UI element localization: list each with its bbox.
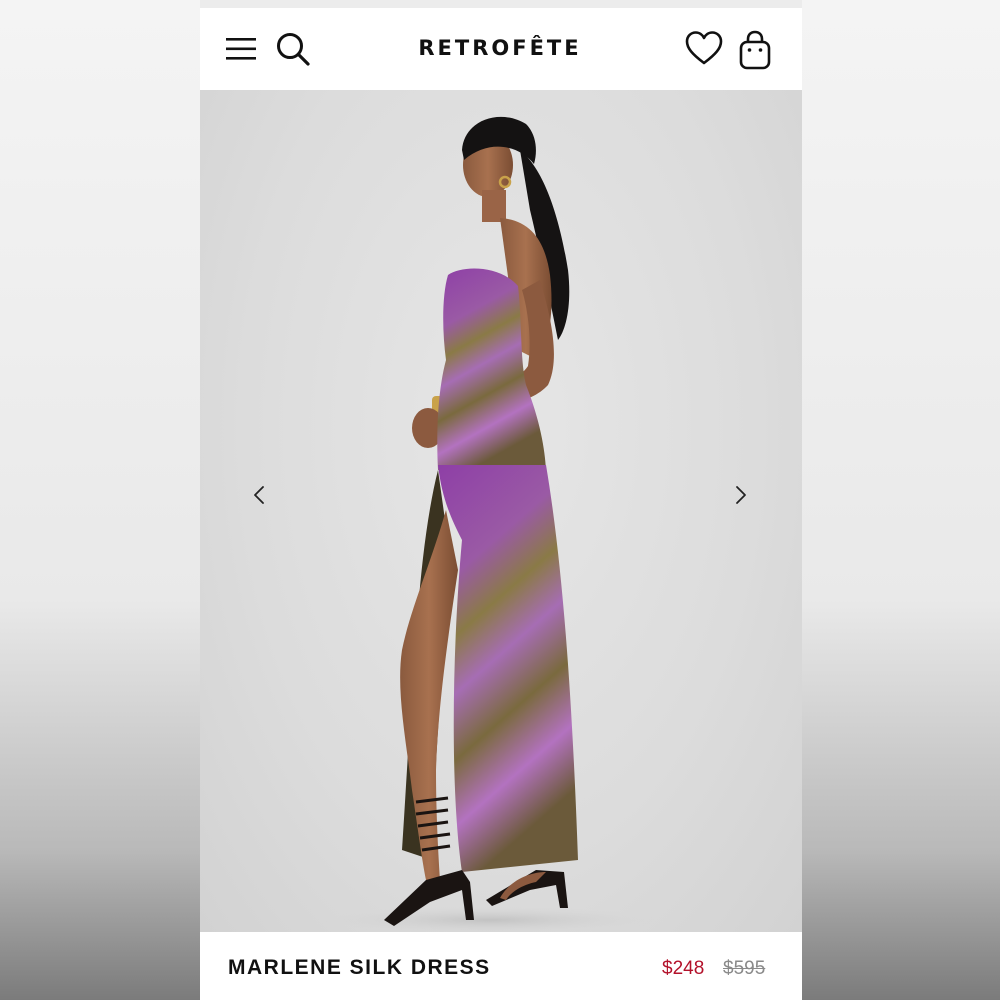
status-strip bbox=[200, 0, 802, 8]
menu-icon[interactable] bbox=[224, 32, 260, 66]
chevron-right-icon[interactable] bbox=[726, 480, 756, 510]
model-illustration bbox=[320, 116, 660, 932]
background-left bbox=[0, 0, 200, 1000]
sale-price: $248 bbox=[662, 958, 705, 979]
shopping-bag-icon[interactable] bbox=[736, 29, 774, 71]
product-info: MARLENE SILK DRESS $248 $595 bbox=[200, 932, 802, 1000]
original-price: $595 bbox=[723, 958, 766, 979]
search-icon[interactable] bbox=[274, 30, 312, 68]
site-header: RETROFÊTE bbox=[200, 8, 802, 90]
background-right bbox=[802, 0, 1000, 1000]
product-title: MARLENE SILK DRESS bbox=[228, 956, 491, 979]
heart-icon[interactable] bbox=[684, 29, 724, 69]
brand-logo[interactable]: RETROFÊTE bbox=[350, 36, 650, 60]
product-image[interactable] bbox=[200, 90, 802, 932]
chevron-left-icon[interactable] bbox=[244, 480, 274, 510]
phone-screen: RETROFÊTE MARLENE SILK DRESS $248 $595 bbox=[200, 0, 802, 1000]
